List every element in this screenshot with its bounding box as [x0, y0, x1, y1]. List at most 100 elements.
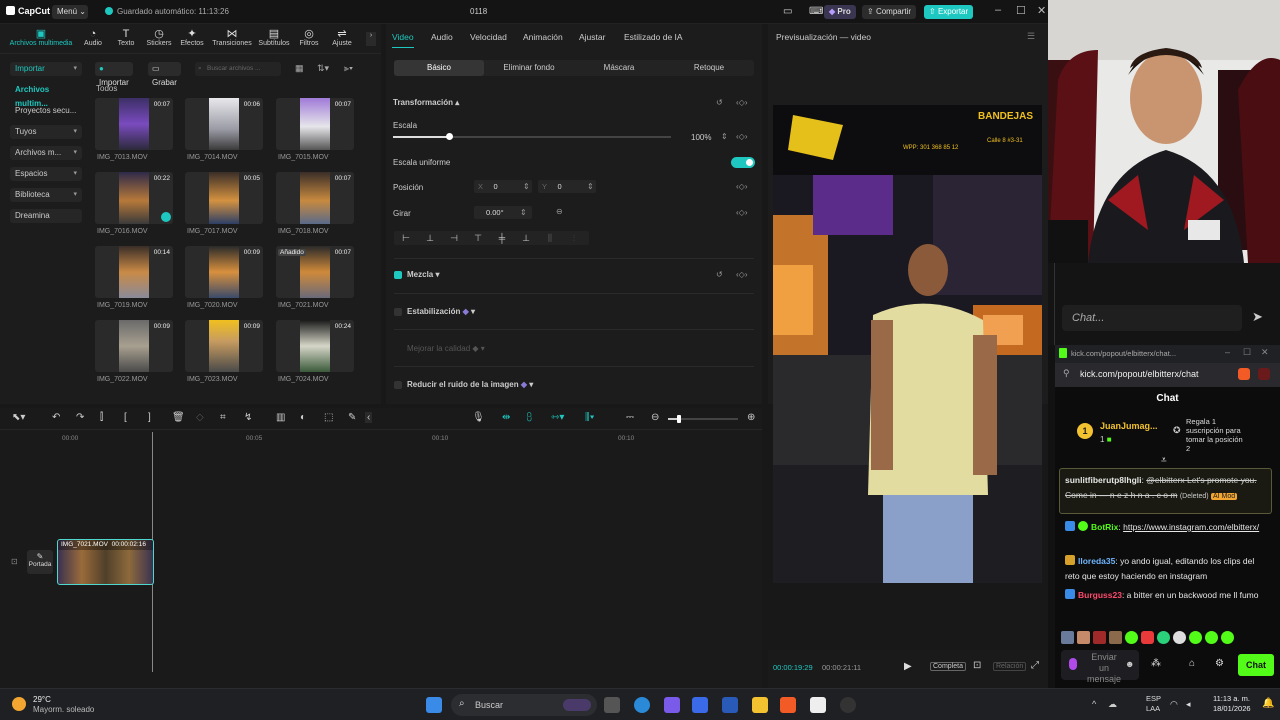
clock-time[interactable]: 11:13 a. m.: [1213, 694, 1250, 703]
project-title[interactable]: 0118: [470, 7, 487, 16]
align-middle-icon[interactable]: ╪: [490, 233, 514, 243]
layout-icon[interactable]: ▭: [778, 5, 797, 19]
emote-icon[interactable]: [1157, 630, 1170, 644]
align-left-icon[interactable]: ⊢: [394, 233, 418, 244]
zoom-slider-knob[interactable]: [677, 415, 681, 423]
brave-icon[interactable]: [780, 697, 796, 713]
distribute-h-icon[interactable]: ⫼: [538, 233, 562, 244]
emote-icon[interactable]: [1109, 630, 1122, 644]
chat-username[interactable]: BotRix: [1091, 522, 1118, 532]
redo-icon[interactable]: ↷: [76, 412, 84, 423]
share-button[interactable]: ⇪ Compartir: [862, 5, 917, 19]
task-view-icon[interactable]: [604, 697, 620, 713]
rewards-icon[interactable]: [1258, 368, 1270, 380]
chat-username[interactable]: sunlitfiberutp8lhgli: [1065, 475, 1142, 485]
reset-icon[interactable]: ↺: [716, 98, 723, 107]
crop-icon[interactable]: ⌗: [220, 412, 226, 423]
edge-icon[interactable]: [634, 697, 650, 713]
windows-start-icon[interactable]: [426, 697, 442, 713]
store-icon[interactable]: ⌂: [1189, 658, 1195, 669]
rotate-dial-icon[interactable]: ⊖: [556, 207, 563, 216]
keyframe-icon[interactable]: ‹◇›: [736, 182, 747, 191]
capcut-app-icon[interactable]: [810, 697, 826, 713]
sidebar-item-spaces[interactable]: Espacios ▾: [10, 167, 82, 181]
sidebar-item-import[interactable]: Importar ▾: [10, 62, 82, 76]
keyboard-layout[interactable]: LAA: [1146, 704, 1160, 713]
tab-audio-props[interactable]: Audio: [431, 32, 453, 42]
cloud-icon[interactable]: ☁: [1108, 699, 1117, 710]
trim-right-icon[interactable]: ]: [148, 412, 151, 423]
weather-desc[interactable]: Mayorm. soleado: [33, 705, 94, 714]
align-right-icon[interactable]: ⊣: [442, 233, 466, 244]
channel-points-icon[interactable]: ⁂: [1151, 658, 1161, 669]
chevron-right-icon[interactable]: ›: [366, 32, 376, 46]
brave-icon[interactable]: [1238, 368, 1250, 380]
pro-button[interactable]: ◆ Pro: [824, 5, 856, 19]
microphone-icon[interactable]: [1069, 658, 1077, 670]
settings-icon[interactable]: ⚙: [1215, 658, 1224, 669]
volume-icon[interactable]: ◂: [1186, 699, 1191, 710]
noise-section-label[interactable]: Reducir el ruido de la imagen ◆ ▾: [407, 380, 533, 389]
chat-input[interactable]: Chat...: [1062, 305, 1242, 331]
export-button[interactable]: ⇧ Exportar: [924, 5, 974, 19]
tab-subtitles[interactable]: ▤ Subtítulos: [256, 28, 292, 47]
emote-icon[interactable]: [1173, 630, 1186, 644]
media-thumb[interactable]: 00:24: [276, 320, 354, 372]
emoji-icon[interactable]: ☻: [1125, 659, 1134, 669]
import-button[interactable]: ● Importar: [95, 62, 133, 87]
uniform-scale-toggle[interactable]: [731, 157, 755, 168]
media-thumb[interactable]: 00:07: [276, 98, 354, 150]
sidebar-item-dreamina[interactable]: Dreamina: [10, 209, 82, 223]
emote-icon[interactable]: [1125, 630, 1138, 644]
media-thumb[interactable]: 00:09: [185, 320, 263, 372]
align-top-icon[interactable]: ⊤: [466, 233, 490, 244]
outlook-icon[interactable]: [722, 697, 738, 713]
media-thumb[interactable]: Añadido 00:07: [276, 246, 354, 298]
zoom-in-icon[interactable]: ⊕: [747, 412, 755, 423]
tab-effects[interactable]: ✦ Efectos: [178, 28, 206, 47]
stepper-icon[interactable]: ⇕: [523, 182, 530, 191]
tab-filters[interactable]: ◎ Filtros: [296, 28, 322, 47]
emote-icon[interactable]: [1189, 630, 1202, 644]
blend-section-label[interactable]: Mezcla ▾: [407, 270, 439, 279]
tab-text[interactable]: T Texto: [112, 28, 140, 47]
wifi-icon[interactable]: ◠: [1170, 699, 1178, 710]
scale-slider[interactable]: [393, 136, 671, 138]
caption-icon[interactable]: ⎓: [626, 412, 634, 423]
maximize-icon[interactable]: ☐: [1016, 4, 1026, 17]
minimize-icon[interactable]: –: [995, 4, 1001, 16]
distribute-v-icon[interactable]: ⫶: [562, 233, 586, 244]
blend-checkbox[interactable]: [394, 271, 402, 279]
emote-icon[interactable]: [1093, 630, 1106, 644]
subtab-mask[interactable]: Máscara: [574, 60, 664, 76]
emote-icon[interactable]: [1221, 630, 1234, 644]
snap-icon[interactable]: ⇿▾: [551, 412, 564, 423]
ai-tool-icon[interactable]: ✎: [348, 412, 356, 423]
send-message-input[interactable]: Enviar un mensaje ☻: [1061, 650, 1139, 684]
copilot-icon[interactable]: [664, 697, 680, 713]
keyframe-icon[interactable]: ‹◇›: [736, 208, 747, 217]
tab-adjust-props[interactable]: Ajustar: [579, 32, 605, 42]
link-icon[interactable]: ⇹: [502, 412, 510, 423]
chevron-up-icon[interactable]: ^: [1092, 699, 1096, 709]
scale-slider-knob[interactable]: [445, 133, 453, 140]
preview-axis-icon[interactable]: ⫼▾: [585, 412, 594, 423]
sidebar-item-secondary-projects[interactable]: Proyectos secu...: [10, 104, 82, 118]
gift-cta[interactable]: Regala 1 suscripción para tomar la posic…: [1186, 417, 1248, 453]
close-icon[interactable]: ✕: [1037, 4, 1046, 17]
sidebar-item-media-files[interactable]: Archivos multim...: [10, 83, 82, 108]
keyframe-icon[interactable]: ‹◇›: [736, 132, 747, 141]
emote-icon[interactable]: [1141, 630, 1154, 644]
reset-icon[interactable]: ↺: [716, 270, 723, 279]
select-tool-icon[interactable]: ⬉▾: [12, 412, 25, 423]
add-to-timeline-icon[interactable]: [161, 212, 171, 222]
align-center-icon[interactable]: ⊥: [418, 233, 442, 244]
magnet-icon[interactable]: ⩉: [527, 412, 532, 423]
media-thumb[interactable]: 00:14: [95, 246, 173, 298]
media-thumb[interactable]: 00:22: [95, 172, 173, 224]
zoom-slider[interactable]: [668, 415, 738, 423]
track-lock-icon[interactable]: ⊡: [11, 557, 18, 566]
filter-icon[interactable]: ⫸▾: [344, 63, 353, 74]
delete-icon[interactable]: 🗑: [172, 412, 185, 423]
cover-button[interactable]: ✎ Portada: [27, 550, 53, 574]
